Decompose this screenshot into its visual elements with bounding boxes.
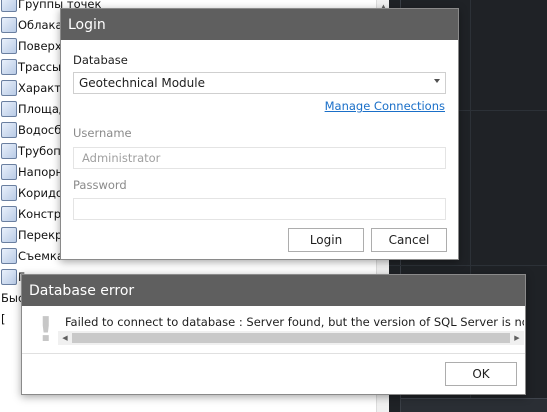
tree-item-label: Перекр bbox=[18, 228, 63, 242]
scrollbar-thumb[interactable] bbox=[72, 333, 510, 343]
login-button[interactable]: Login bbox=[288, 228, 364, 252]
error-message-area: Failed to connect to database : Server f… bbox=[58, 311, 524, 351]
login-dialog: Login Database Geotechnical Module Manag… bbox=[60, 8, 459, 260]
viewport-status-strip bbox=[401, 398, 547, 412]
assembly-icon bbox=[1, 206, 17, 222]
username-label: Username bbox=[73, 126, 132, 140]
login-dialog-title: Login bbox=[61, 9, 458, 40]
username-field[interactable]: Administrator bbox=[73, 147, 446, 169]
ok-button[interactable]: OK bbox=[445, 362, 517, 386]
viewport-grid-line bbox=[389, 265, 547, 266]
tree-item-label: Напорн bbox=[18, 165, 64, 179]
surface-icon bbox=[1, 38, 17, 54]
site-icon bbox=[1, 101, 17, 117]
warning-icon: ! bbox=[38, 310, 54, 350]
database-select[interactable]: Geotechnical Module bbox=[73, 72, 446, 94]
tree-item-label: Водосб bbox=[18, 123, 62, 137]
survey-icon bbox=[1, 248, 17, 264]
pipe-network-icon bbox=[1, 143, 17, 159]
point-groups-icon bbox=[1, 0, 17, 12]
tree-item-label: Трубоп bbox=[18, 144, 61, 158]
scroll-right-arrow-icon[interactable]: ▶ bbox=[510, 331, 524, 345]
scroll-left-arrow-icon[interactable]: ◀ bbox=[58, 331, 72, 345]
feature-line-icon bbox=[1, 80, 17, 96]
chevron-down-icon bbox=[434, 79, 440, 83]
tree-item-label: [ bbox=[1, 312, 6, 326]
view-frame-groups-icon bbox=[1, 269, 17, 285]
tree-item-label: Коридо bbox=[18, 186, 63, 200]
point-cloud-icon bbox=[1, 17, 17, 33]
corridor-icon bbox=[1, 185, 17, 201]
error-dialog-title: Database error bbox=[22, 275, 525, 306]
database-select-value: Geotechnical Module bbox=[79, 76, 205, 90]
tree-item-label: Облака bbox=[18, 18, 63, 32]
tree-item-label: Трассы bbox=[18, 60, 62, 74]
alignment-icon bbox=[1, 59, 17, 75]
manage-connections-link[interactable]: Manage Connections bbox=[325, 99, 445, 113]
database-label: Database bbox=[73, 53, 128, 67]
error-message-text: Failed to connect to database : Server f… bbox=[65, 315, 524, 329]
message-horizontal-scrollbar[interactable]: ◀ ▶ bbox=[58, 331, 524, 345]
password-label: Password bbox=[73, 178, 127, 192]
intersection-icon bbox=[1, 227, 17, 243]
dialog-separator bbox=[22, 353, 525, 354]
database-error-dialog: Database error ! Failed to connect to da… bbox=[21, 274, 526, 395]
pressure-network-icon bbox=[1, 164, 17, 180]
password-field[interactable] bbox=[73, 198, 446, 220]
cancel-button[interactable]: Cancel bbox=[371, 228, 447, 252]
tree-item-label: Поверх bbox=[18, 39, 62, 53]
tree-item-label: Съемка bbox=[18, 249, 64, 263]
catchment-icon bbox=[1, 122, 17, 138]
